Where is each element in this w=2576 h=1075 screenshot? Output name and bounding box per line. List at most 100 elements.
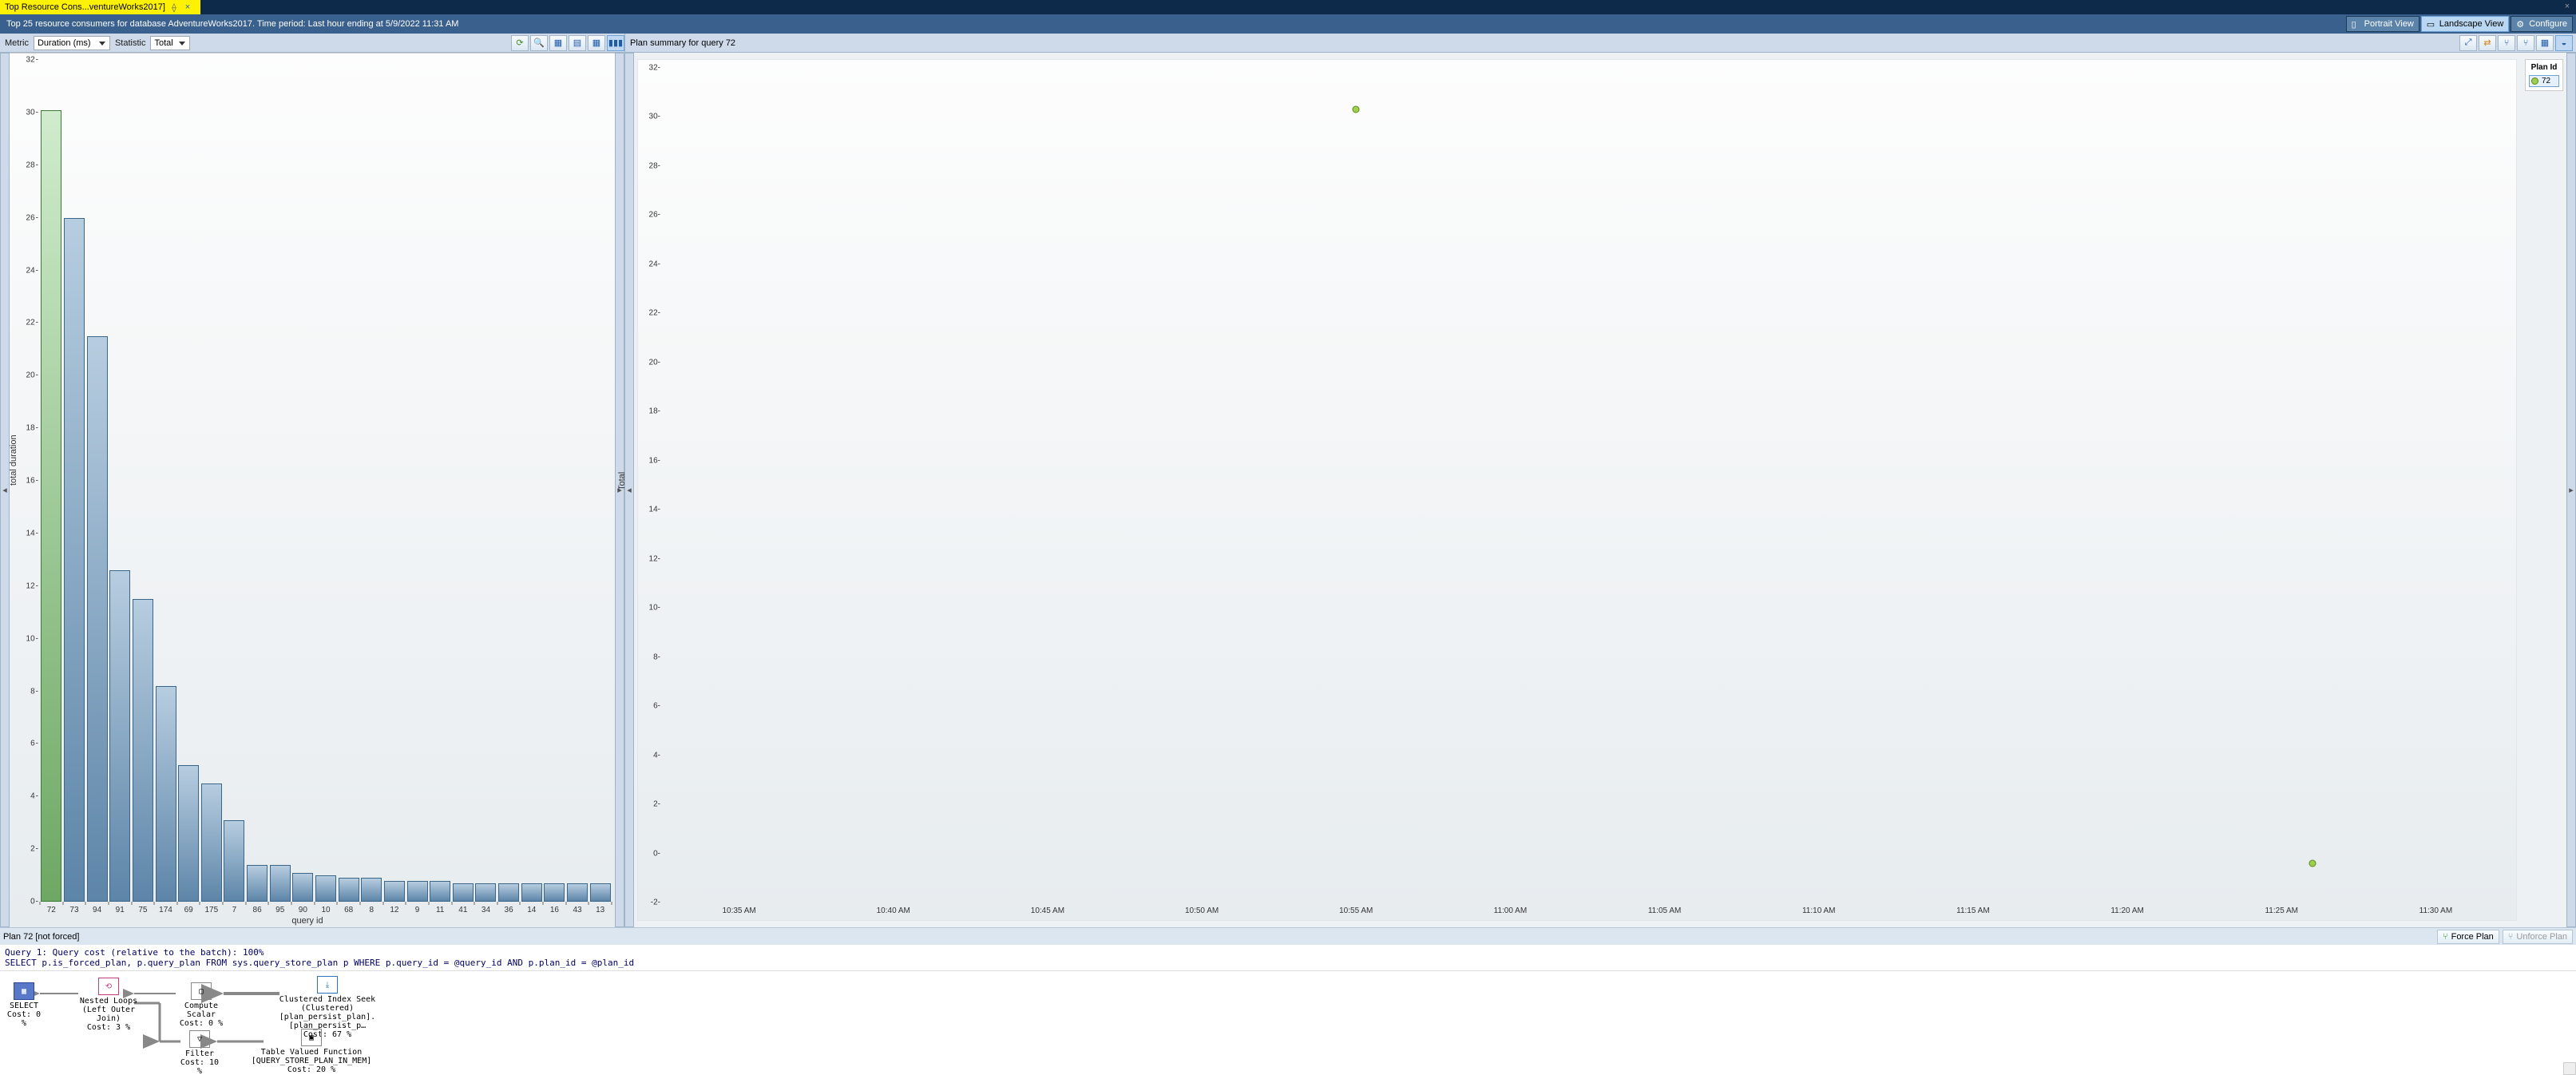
scatter-y-tick: 26 [649, 211, 662, 220]
y-tick: 32 [26, 56, 38, 65]
grid-plan-button[interactable]: ▦ [2536, 35, 2554, 51]
bar-41[interactable] [453, 883, 474, 902]
bar-94[interactable] [87, 336, 108, 902]
landscape-view-button[interactable]: ▭ Landscape View [2421, 16, 2510, 32]
force-plan-button[interactable]: ⑂ Force Plan [2437, 930, 2499, 944]
view-query-button[interactable]: ▦ [549, 35, 567, 51]
bar-86[interactable] [247, 865, 268, 902]
bar-12[interactable] [384, 881, 405, 902]
x-tick: 72 [47, 906, 56, 914]
detail-grid-button[interactable]: ▤ [569, 35, 586, 51]
grid-icon: ▦ [592, 38, 600, 48]
scatter-point[interactable] [1353, 106, 1360, 113]
scatter-y-tick: -2 [651, 898, 662, 907]
scatter-y-tick: 0 [653, 849, 662, 858]
bar-174[interactable] [156, 686, 176, 902]
bar-16[interactable] [544, 883, 565, 902]
y-tick: 30 [26, 108, 38, 117]
bar-69[interactable] [178, 765, 199, 902]
compare-plan-button[interactable]: ⇄ [2479, 35, 2496, 51]
bar-175[interactable] [201, 783, 222, 902]
bar-36[interactable] [498, 883, 519, 902]
plan-branch2-button[interactable]: ⑂ [2517, 35, 2534, 51]
bar-72[interactable] [41, 110, 61, 902]
plan-sql-line1: Query 1: Query cost (relative to the bat… [5, 947, 2571, 958]
scatter-pane: ◂ Total -2024681012141618202224262830321… [624, 53, 2576, 927]
scatter-y-tick: 28 [649, 161, 662, 170]
scatter-collapse-right[interactable]: ▸ [2566, 53, 2576, 927]
scatter-point[interactable] [2308, 860, 2316, 867]
y-tick: 16 [26, 477, 38, 486]
plan-op-select[interactable]: ▦ SELECT Cost: 0 % [5, 982, 43, 1028]
chart-view-button[interactable]: ▮▮▮ [607, 35, 624, 51]
metric-select[interactable]: Duration (ms) [34, 36, 110, 50]
bar-43[interactable] [567, 883, 588, 902]
unforce-plan-icon: ⑂ [2508, 932, 2514, 942]
bar-75[interactable] [133, 599, 153, 902]
bar-68[interactable] [339, 878, 359, 902]
legend-item[interactable]: 72 [2529, 75, 2559, 87]
plan-branch-button[interactable]: ⑂ [2498, 35, 2515, 51]
y-tick: 14 [26, 529, 38, 538]
new-window-button[interactable]: ⤢ [2459, 35, 2477, 51]
bar-10[interactable] [315, 875, 336, 902]
bar-73[interactable] [64, 218, 85, 902]
grid-view-button[interactable]: ▦ [588, 35, 605, 51]
select-icon: ▦ [14, 982, 34, 1000]
y-tick: 2 [30, 845, 38, 854]
plan-op-tvf[interactable]: ▣ Table Valued Function [QUERY_STORE_PLA… [248, 1029, 375, 1074]
plan-title: Plan 72 [not forced] [3, 932, 79, 942]
legend-swatch-icon [2531, 77, 2538, 85]
plan-op-nested-loops[interactable]: ⟲ Nested Loops (Left Outer Join) Cost: 3… [69, 978, 149, 1032]
execution-plan-diagram[interactable]: ▦ SELECT Cost: 0 % ⟲ Nested Loops (Left … [0, 971, 2576, 1075]
document-tab[interactable]: Top Resource Cons...ventureWorks2017] ⟠ … [0, 0, 200, 14]
refresh-icon: ⟳ [516, 38, 523, 48]
right-toolbar: Plan summary for query 72 ⤢ ⇄ ⑂ ⑂ ▦ ◒ [624, 34, 2576, 52]
x-tick: 9 [415, 906, 420, 914]
x-tick: 174 [159, 906, 172, 914]
bar-13[interactable] [590, 883, 611, 902]
unforce-plan-button[interactable]: ⑂ Unforce Plan [2503, 930, 2573, 944]
scatter-x-tick: 10:55 AM [1339, 906, 1373, 915]
scatter-x-tick: 11:05 AM [1648, 906, 1682, 915]
document-tab-title: Top Resource Cons...ventureWorks2017] [5, 2, 165, 12]
scatter-y-tick: 12 [649, 554, 662, 563]
branch2-icon: ⑂ [2523, 38, 2529, 48]
refresh-button[interactable]: ⟳ [511, 35, 529, 51]
plan-summary-title: Plan summary for query 72 [630, 38, 735, 48]
x-tick: 90 [299, 906, 307, 914]
configure-button[interactable]: ⚙ Configure [2511, 16, 2573, 32]
portrait-view-button[interactable]: ▯ Portrait View [2346, 16, 2419, 32]
plan-op-filter[interactable]: ▽ Filter Cost: 10 % [176, 1030, 224, 1075]
bar-chart-surface[interactable]: total duration 0246810121416182022242628… [10, 53, 615, 927]
bar-chart-pane: ◂ total duration 02468101214161820222426… [0, 53, 624, 927]
collapse-left-handle[interactable]: ◂ [0, 53, 10, 927]
bar-14[interactable] [521, 883, 542, 902]
y-tick: 4 [30, 792, 38, 801]
legend-item-label: 72 [2542, 77, 2550, 85]
scatter-surface[interactable]: Total -20246810121416182022242628303210:… [637, 59, 2517, 921]
plan-op-compute-scalar[interactable]: ▢ Compute Scalar Cost: 0 % [169, 982, 233, 1028]
x-tick: 43 [573, 906, 581, 914]
y-tick: 28 [26, 161, 38, 169]
y-tick: 12 [26, 581, 38, 590]
diagram-scroll-corner[interactable] [2563, 1062, 2576, 1075]
x-tick: 69 [184, 906, 193, 914]
scatter-plot-area: -20246810121416182022242628303210:35 AM1… [662, 68, 2513, 902]
track-query-button[interactable]: 🔍 [530, 35, 548, 51]
bar-90[interactable] [292, 873, 313, 902]
bar-95[interactable] [270, 865, 291, 902]
bar-11[interactable] [430, 881, 450, 902]
bar-34[interactable] [475, 883, 496, 902]
window-close-icon[interactable]: × [2560, 0, 2574, 13]
bar-8[interactable] [361, 878, 382, 902]
tab-close-icon[interactable]: × [183, 2, 192, 12]
bar-7[interactable] [224, 820, 244, 902]
pin-icon[interactable]: ⟠ [170, 2, 178, 13]
chart-plan-button[interactable]: ◒ [2555, 35, 2573, 51]
statistic-select[interactable]: Total [150, 36, 189, 50]
bar-9[interactable] [407, 881, 428, 902]
x-tick: 94 [93, 906, 101, 914]
x-tick: 36 [505, 906, 513, 914]
bar-91[interactable] [109, 570, 130, 902]
